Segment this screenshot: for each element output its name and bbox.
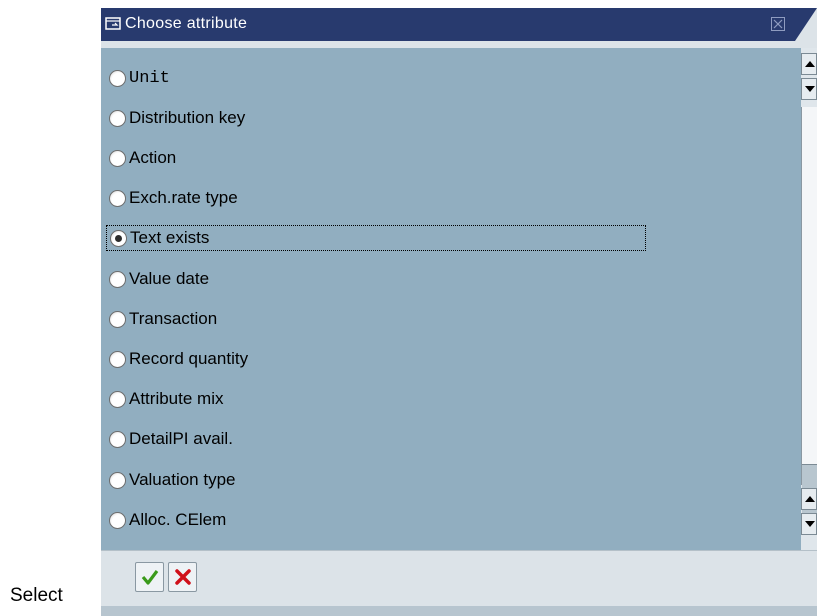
radio-button[interactable] bbox=[109, 270, 126, 288]
option-value-date[interactable]: Value date bbox=[109, 266, 649, 292]
scroll-down-button[interactable] bbox=[801, 513, 817, 535]
option-alloc-celem[interactable]: Alloc. CElem bbox=[109, 507, 649, 533]
cancel-x-icon bbox=[175, 569, 191, 585]
radio-button[interactable] bbox=[109, 350, 126, 368]
confirm-button[interactable] bbox=[135, 562, 164, 592]
checkmark-icon bbox=[141, 570, 159, 585]
radio-button[interactable] bbox=[109, 430, 126, 448]
option-label: Transaction bbox=[129, 309, 218, 328]
window-icon bbox=[105, 17, 121, 30]
dialog-footer bbox=[101, 550, 817, 609]
option-label: Exch.rate type bbox=[129, 188, 238, 207]
radio-button[interactable] bbox=[109, 109, 126, 127]
option-label: Action bbox=[129, 148, 177, 167]
scroll-up-button[interactable] bbox=[801, 53, 817, 75]
dialog-title: Choose attribute bbox=[125, 15, 248, 32]
option-unit[interactable]: Unit bbox=[109, 65, 649, 91]
option-label: Alloc. CElem bbox=[129, 510, 227, 529]
radio-button[interactable] bbox=[109, 511, 126, 529]
option-label: Valuation type bbox=[129, 470, 236, 489]
radio-button[interactable] bbox=[109, 149, 126, 167]
close-icon[interactable] bbox=[771, 17, 785, 31]
option-detailpi-avail[interactable]: DetailPI avail. bbox=[109, 426, 649, 452]
option-label: DetailPI avail. bbox=[129, 429, 233, 448]
radio-button[interactable] bbox=[109, 189, 126, 207]
radio-button-selected[interactable] bbox=[110, 229, 127, 247]
radio-button[interactable] bbox=[109, 310, 126, 328]
choose-attribute-dialog: Choose attribute Unit Distribution key A… bbox=[101, 8, 817, 616]
radio-button[interactable] bbox=[109, 69, 126, 87]
option-label: Unit bbox=[129, 68, 170, 88]
option-label: Attribute mix bbox=[129, 389, 224, 408]
arrow-up-icon bbox=[805, 496, 815, 502]
option-exch-rate-type[interactable]: Exch.rate type bbox=[109, 185, 649, 211]
option-label: Text exists bbox=[130, 228, 210, 247]
arrow-down-icon bbox=[805, 521, 815, 527]
arrow-down-icon bbox=[805, 86, 815, 92]
cancel-button[interactable] bbox=[168, 562, 197, 592]
vertical-scrollbar[interactable] bbox=[801, 48, 817, 550]
option-label: Distribution key bbox=[129, 108, 246, 127]
option-transaction[interactable]: Transaction bbox=[109, 306, 649, 332]
options-list: Unit Distribution key Action Exch.rate t… bbox=[101, 48, 801, 550]
arrow-up-icon bbox=[805, 61, 815, 67]
dialog-title-bar[interactable]: Choose attribute bbox=[101, 8, 817, 41]
option-valuation-type[interactable]: Valuation type bbox=[109, 467, 649, 493]
option-distribution-key[interactable]: Distribution key bbox=[109, 105, 649, 131]
option-action[interactable]: Action bbox=[109, 145, 649, 171]
option-attribute-mix[interactable]: Attribute mix bbox=[109, 386, 649, 412]
radio-button[interactable] bbox=[109, 390, 126, 408]
option-text-exists[interactable]: Text exists bbox=[106, 225, 646, 251]
select-label: Select bbox=[10, 585, 63, 606]
scroll-page-down-button[interactable] bbox=[801, 78, 817, 100]
scroll-track[interactable] bbox=[801, 107, 817, 534]
radio-button[interactable] bbox=[109, 471, 126, 489]
option-label: Value date bbox=[129, 269, 210, 288]
option-record-quantity[interactable]: Record quantity bbox=[109, 346, 649, 372]
scroll-page-up-button[interactable] bbox=[801, 488, 817, 510]
option-label: Record quantity bbox=[129, 349, 249, 368]
